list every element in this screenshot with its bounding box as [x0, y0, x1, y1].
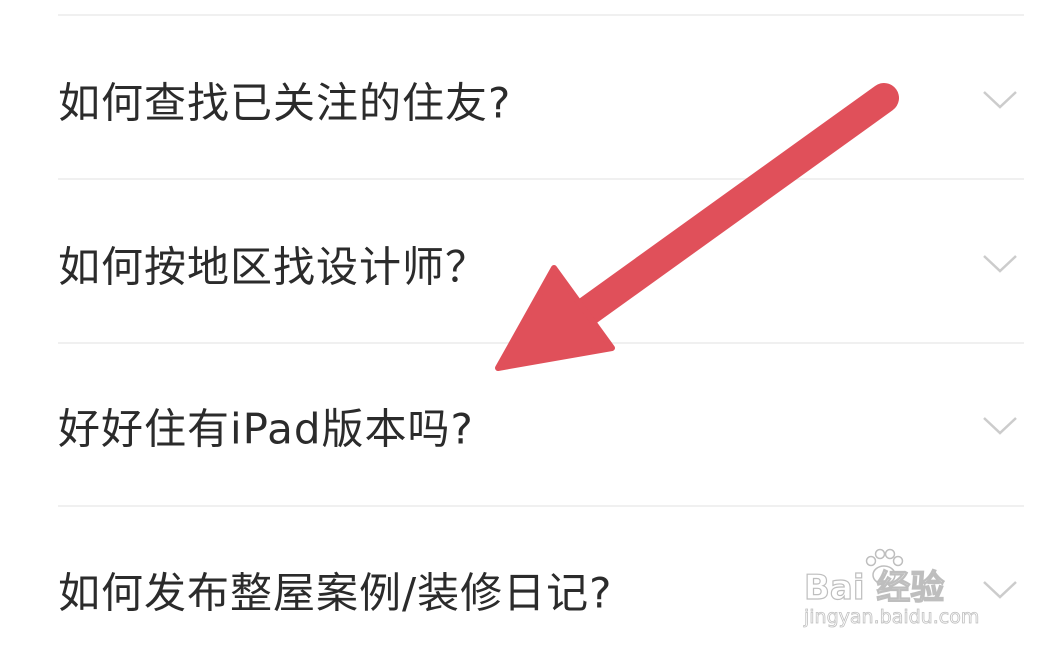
- faq-question: 如何按地区找设计师？: [58, 242, 489, 292]
- faq-question: 好好住有iPad版本吗?: [58, 404, 474, 454]
- divider: [58, 342, 1024, 344]
- divider: [58, 178, 1024, 180]
- divider: [58, 505, 1024, 507]
- faq-item-find-followed[interactable]: 如何查找已关注的住友?: [0, 30, 1044, 170]
- watermark-brand: Bai 经验: [803, 567, 945, 608]
- watermark-url: jingyan.baidu.com: [804, 606, 980, 629]
- faq-question: 如何查找已关注的住友?: [58, 78, 512, 128]
- faq-item-ipad-version[interactable]: 好好住有iPad版本吗?: [0, 356, 1044, 496]
- chevron-down-icon[interactable]: [982, 416, 1018, 436]
- baidu-watermark: Bai 经验 jingyan.baidu.com: [800, 548, 1000, 638]
- chevron-down-icon[interactable]: [982, 90, 1018, 110]
- faq-page: 如何查找已关注的住友? 如何按地区找设计师？ 好好住有iPad版本吗? 如何发布…: [0, 0, 1044, 656]
- chevron-down-icon[interactable]: [982, 254, 1018, 274]
- divider: [58, 14, 1024, 16]
- faq-item-find-designer[interactable]: 如何按地区找设计师？: [0, 194, 1044, 334]
- faq-question: 如何发布整屋案例/装修日记?: [58, 568, 613, 618]
